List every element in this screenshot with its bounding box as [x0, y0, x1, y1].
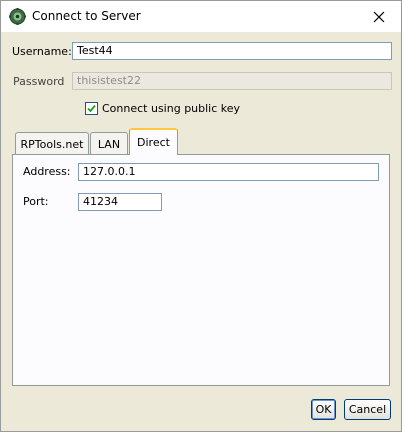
tab-rptools-label: RPTools.net [20, 137, 84, 151]
cancel-button[interactable]: Cancel [344, 399, 391, 420]
direct-panel: Address: 127.0.0.1 Port: 41234 [12, 154, 390, 386]
check-icon [87, 104, 96, 113]
app-icon [9, 8, 26, 25]
window-title: Connect to Server [32, 9, 141, 23]
close-button[interactable] [356, 1, 401, 32]
dialog-content: Username: Test44 Password thisistest22 C… [1, 32, 401, 431]
public-key-label: Connect using public key [102, 102, 241, 115]
public-key-checkbox[interactable] [85, 102, 98, 115]
tab-lan-label: LAN [97, 137, 121, 151]
address-field[interactable]: 127.0.0.1 [78, 163, 379, 181]
close-icon [373, 11, 384, 22]
tab-direct-label: Direct [137, 136, 170, 149]
connect-dialog: Connect to Server Username: Test44 Passw… [0, 0, 402, 432]
tab-rptools[interactable]: RPTools.net [15, 132, 89, 155]
password-label: Password [13, 75, 65, 88]
title-bar: Connect to Server [1, 1, 401, 32]
port-field[interactable]: 41234 [78, 193, 162, 211]
ok-button[interactable]: OK [311, 399, 336, 420]
tab-direct[interactable]: Direct [129, 128, 178, 155]
address-label: Address: [23, 165, 71, 178]
username-label: Username: [12, 45, 72, 58]
username-field[interactable]: Test44 [72, 42, 392, 60]
password-field[interactable]: thisistest22 [72, 72, 392, 90]
tab-lan[interactable]: LAN [90, 132, 128, 155]
port-label: Port: [23, 195, 49, 208]
cancel-button-label: Cancel [348, 403, 387, 416]
ok-button-label: OK [315, 403, 332, 416]
